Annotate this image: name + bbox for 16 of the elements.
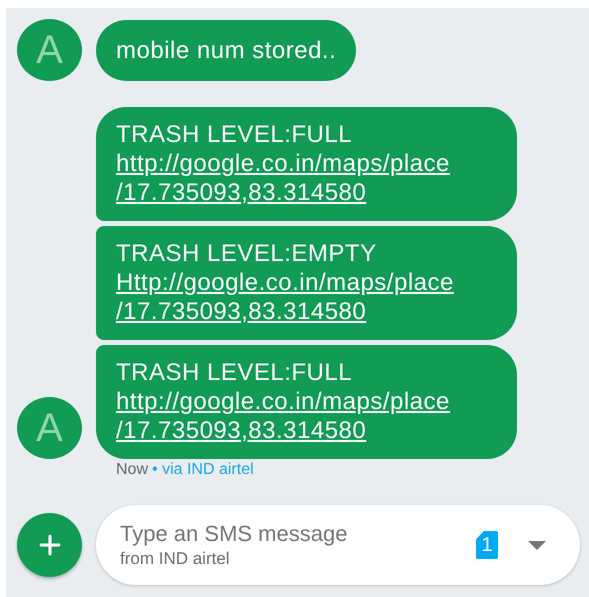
map-link[interactable]: http://google.co.in/maps/place /17.735093,83.314580 <box>116 387 497 445</box>
dropdown-caret-icon[interactable] <box>528 540 546 550</box>
sim-badge[interactable]: 1 <box>476 531 498 559</box>
carrier-info: • via IND airtel <box>152 461 254 479</box>
message-text: TRASH LEVEL:EMPTY <box>116 239 378 268</box>
avatar: A <box>17 19 82 81</box>
message-text: TRASH LEVEL:FULL <box>116 358 354 387</box>
message-bubble: mobile num stored.. <box>96 20 356 81</box>
message-text: TRASH LEVEL:FULL <box>116 120 354 149</box>
map-link[interactable]: http://google.co.in/maps/place /17.735093,83.314580 <box>116 149 497 207</box>
message-input[interactable]: Type an SMS message <box>120 521 420 547</box>
map-link[interactable]: Http://google.co.in/maps/place /17.735093,83.314580 <box>116 268 497 326</box>
avatar: A <box>17 397 82 459</box>
add-button[interactable] <box>17 513 82 577</box>
carrier-label: from IND airtel <box>120 549 231 569</box>
timestamp: Now <box>116 461 148 479</box>
